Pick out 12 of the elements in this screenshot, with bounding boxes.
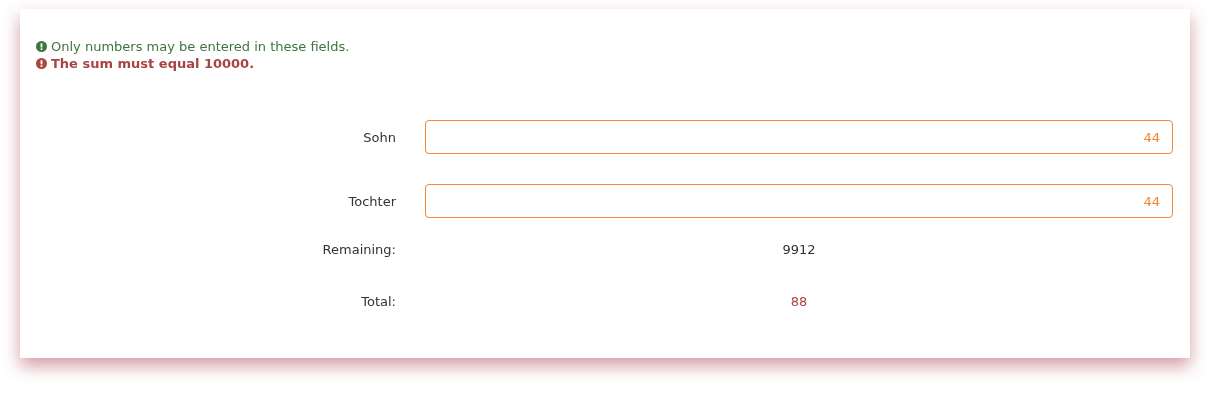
info-icon <box>36 41 47 52</box>
number-field[interactable]: 44 <box>425 184 1173 218</box>
info-message: Only numbers may be entered in these fields. <box>51 39 350 54</box>
field-label: Tochter <box>348 193 396 209</box>
summary-value: 9912 <box>782 241 816 257</box>
summary-label: Remaining: <box>322 241 396 257</box>
summary-label: Total: <box>361 293 396 309</box>
summary-value: 88 <box>790 293 808 309</box>
error-icon <box>36 58 47 69</box>
field-label: Sohn <box>363 129 396 145</box>
number-field[interactable]: 44 <box>425 120 1173 154</box>
error-message: The sum must equal 10000. <box>51 56 255 71</box>
